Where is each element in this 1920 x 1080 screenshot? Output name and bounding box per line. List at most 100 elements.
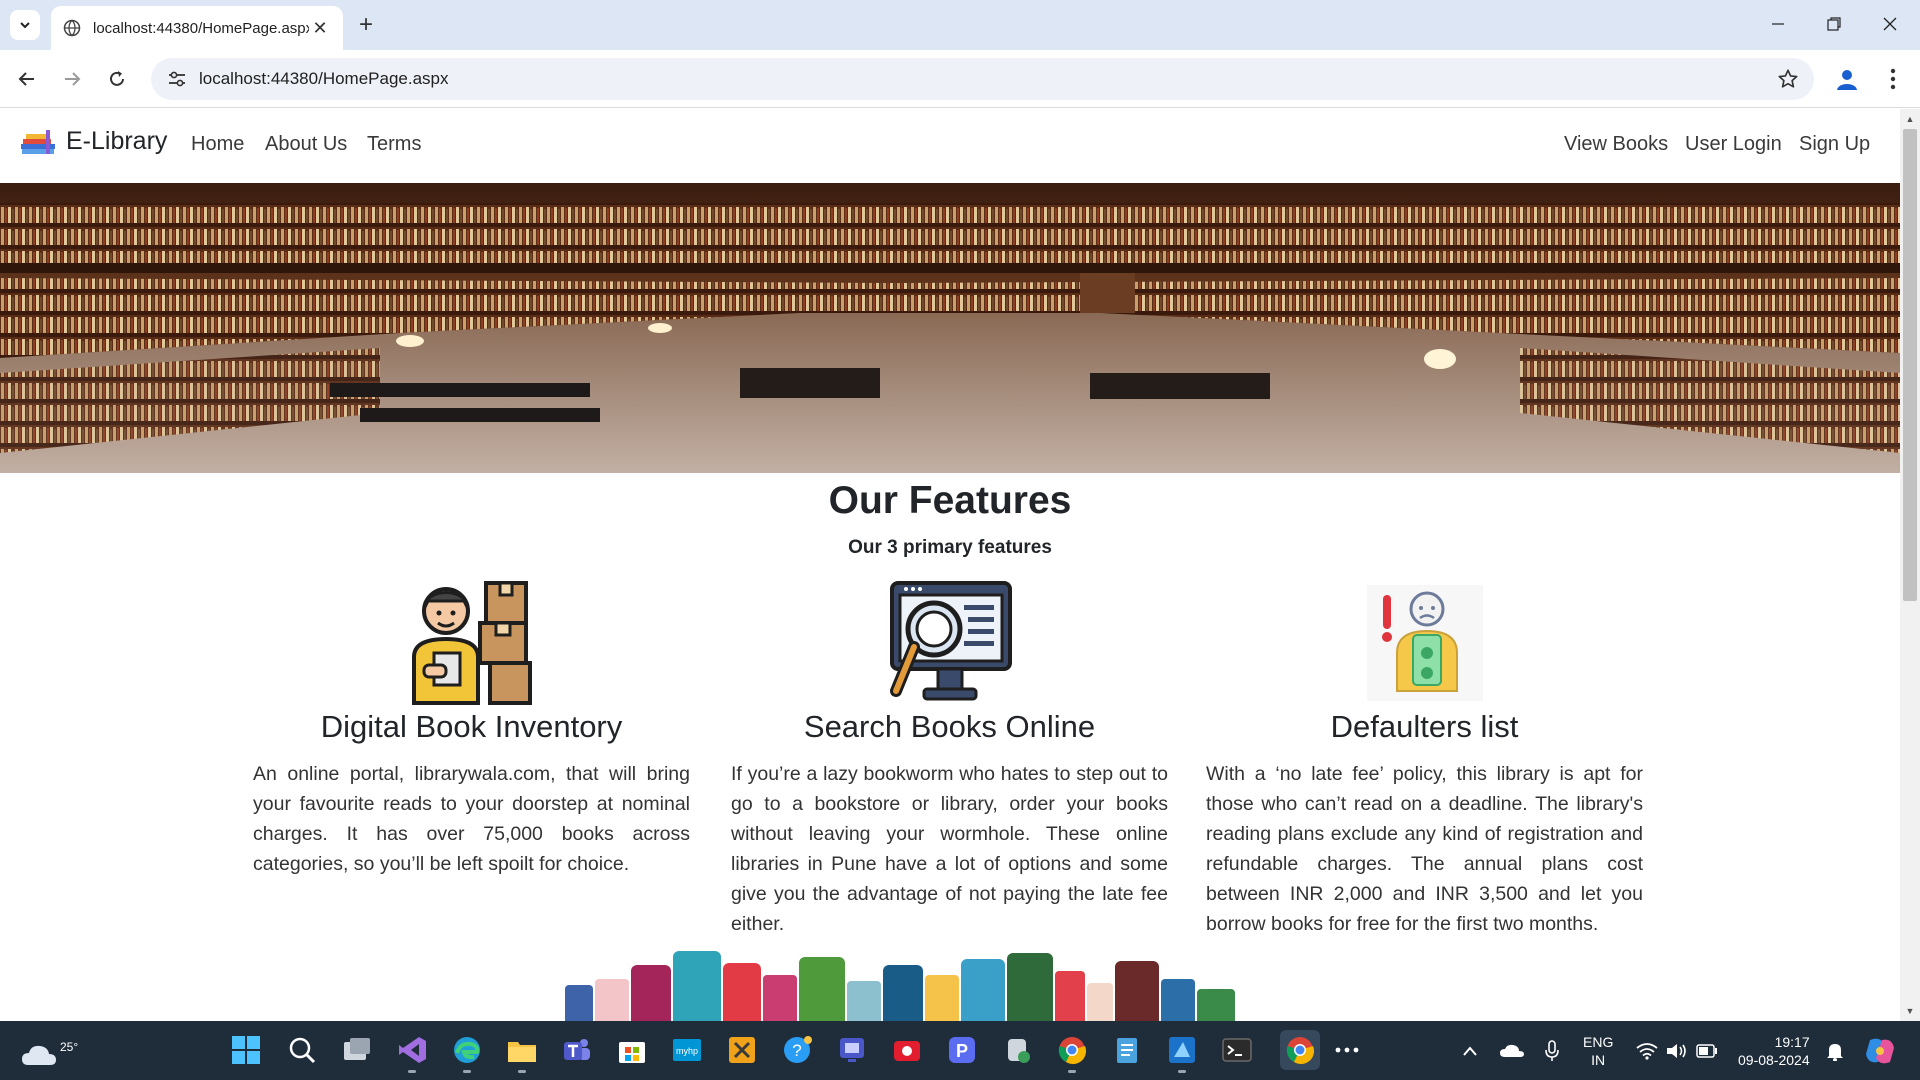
new-tab-button[interactable]: +: [351, 10, 381, 40]
back-button[interactable]: [11, 63, 43, 95]
onedrive-tray[interactable]: [1500, 1021, 1524, 1080]
books-logo-icon: [21, 129, 55, 154]
page-scrollbar[interactable]: ▲ ▼: [1900, 109, 1920, 1021]
copilot-icon: [1866, 1038, 1894, 1063]
running-indicator: [518, 1070, 526, 1073]
tab-close-icon[interactable]: ✕: [309, 17, 331, 39]
taskbar-search[interactable]: [285, 1033, 319, 1067]
chrome-icon: [1286, 1037, 1315, 1065]
taskbar-teams[interactable]: [560, 1033, 594, 1067]
brand-name: E-Library: [66, 127, 168, 155]
clock-time: 19:17: [1774, 1033, 1810, 1050]
taskbar-terminal[interactable]: [1220, 1033, 1254, 1067]
taskbar-remote-desktop[interactable]: [835, 1033, 869, 1067]
reload-button[interactable]: [101, 63, 133, 95]
nav-terms-link[interactable]: Terms: [367, 133, 421, 156]
browser-tab-active[interactable]: localhost:44380/HomePage.aspx ✕: [51, 6, 343, 50]
tab-search-button[interactable]: [10, 10, 40, 40]
taskbar-help[interactable]: ?: [780, 1033, 814, 1067]
start-button[interactable]: [229, 1033, 263, 1067]
snipping-tool-icon: [729, 1037, 755, 1063]
nav-home-link[interactable]: Home: [191, 133, 244, 156]
more-horizontal-icon: [1335, 1047, 1359, 1053]
bell-icon: [1827, 1043, 1843, 1061]
taskbar-snipping-tool[interactable]: [725, 1033, 759, 1067]
restore-button[interactable]: [1806, 0, 1862, 48]
taskbar-storage-app[interactable]: [1000, 1033, 1034, 1067]
cloud-moon-icon: [22, 1045, 56, 1065]
taskbar-azure-studio[interactable]: [1165, 1033, 1199, 1073]
tab-title: localhost:44380/HomePage.aspx: [93, 19, 309, 37]
running-indicator: [1068, 1070, 1076, 1073]
minimize-icon: [1772, 23, 1784, 25]
task-view-button[interactable]: [340, 1033, 374, 1067]
nav-view-books-link[interactable]: View Books: [1564, 133, 1668, 156]
network-volume-battery[interactable]: [1636, 1021, 1718, 1080]
nav-sign-up-link[interactable]: Sign Up: [1799, 133, 1870, 156]
close-icon: [1883, 17, 1897, 31]
site-info-button[interactable]: [165, 67, 189, 91]
arrow-left-icon: [18, 72, 34, 86]
taskbar-myhp[interactable]: myhp: [670, 1033, 704, 1067]
forward-button[interactable]: [56, 63, 88, 95]
hero-library-image: [0, 183, 1900, 473]
taskbar-edge[interactable]: [450, 1033, 484, 1073]
search-icon: [289, 1037, 316, 1064]
features-heading: Our Features: [828, 479, 1072, 522]
taskbar-notepad[interactable]: [1110, 1033, 1144, 1067]
scroll-up-arrow-icon[interactable]: ▲: [1900, 111, 1920, 127]
svg-text:?: ?: [792, 1041, 801, 1060]
arrow-right-icon: [65, 72, 81, 86]
chevron-up-icon: [1463, 1045, 1477, 1056]
nav-about-link[interactable]: About Us: [265, 133, 347, 156]
teams-icon: [564, 1039, 590, 1060]
microphone-tray[interactable]: [1544, 1021, 1560, 1080]
inventory-person-boxes-icon: [411, 581, 532, 705]
minimize-button[interactable]: [1750, 0, 1806, 48]
close-window-button[interactable]: [1862, 0, 1918, 48]
weather-temperature: 25°: [60, 1040, 79, 1054]
running-indicator: [463, 1070, 471, 1073]
wifi-icon: [1636, 1042, 1658, 1060]
scroll-down-arrow-icon[interactable]: ▼: [1900, 1003, 1920, 1019]
language-indicator[interactable]: ENG IN: [1583, 1021, 1613, 1080]
scroll-thumb[interactable]: [1903, 129, 1917, 601]
tune-icon: [169, 71, 185, 87]
notifications-button[interactable]: [1826, 1021, 1844, 1080]
taskbar-visual-studio[interactable]: [395, 1033, 429, 1073]
folder-icon: [508, 1042, 536, 1062]
feature-description: With a ‘no late fee’ policy, this librar…: [1206, 763, 1643, 935]
site-navbar: E-Library Home About Us Terms View Books…: [0, 109, 1900, 183]
browser-toolbar: localhost:44380/HomePage.aspx: [0, 50, 1920, 108]
nav-user-login-link[interactable]: User Login: [1685, 133, 1782, 156]
copilot-button[interactable]: [1864, 1021, 1896, 1080]
azure-icon: [1169, 1037, 1195, 1063]
clock[interactable]: 19:17 09-08-2024: [1738, 1021, 1810, 1080]
profile-button[interactable]: [1830, 62, 1864, 96]
taskbar-screen-recorder[interactable]: [890, 1033, 924, 1067]
region-code: IN: [1591, 1051, 1606, 1068]
feature-description: If you’re a lazy bookworm who hates to s…: [731, 763, 1168, 935]
language-code: ENG: [1583, 1033, 1614, 1050]
clock-date: 09-08-2024: [1738, 1051, 1810, 1068]
myhp-icon: myhp: [673, 1039, 701, 1061]
taskbar-p-app[interactable]: P: [945, 1033, 979, 1067]
more-vertical-icon: [1890, 68, 1896, 90]
camera-record-icon: [894, 1041, 920, 1061]
taskbar-file-explorer[interactable]: [505, 1033, 539, 1073]
taskbar-more[interactable]: [1330, 1033, 1364, 1067]
brand-link[interactable]: E-Library: [20, 127, 167, 156]
address-bar[interactable]: localhost:44380/HomePage.aspx: [151, 58, 1814, 100]
feature-card-search: Search Books Online If you’re a lazy boo…: [731, 581, 1168, 939]
globe-icon: [63, 19, 81, 37]
tray-overflow-button[interactable]: [1462, 1021, 1478, 1080]
taskbar-chrome-active[interactable]: [1280, 1030, 1320, 1070]
weather-widget[interactable]: 25°: [20, 1031, 80, 1071]
reload-icon: [110, 71, 124, 86]
taskbar-microsoft-store[interactable]: [615, 1033, 649, 1067]
bookmark-button[interactable]: [1774, 65, 1802, 93]
taskbar-chrome[interactable]: [1055, 1033, 1089, 1073]
browser-menu-button[interactable]: [1878, 62, 1908, 96]
url-text[interactable]: localhost:44380/HomePage.aspx: [199, 69, 1774, 89]
chevron-down-icon: [20, 22, 30, 29]
